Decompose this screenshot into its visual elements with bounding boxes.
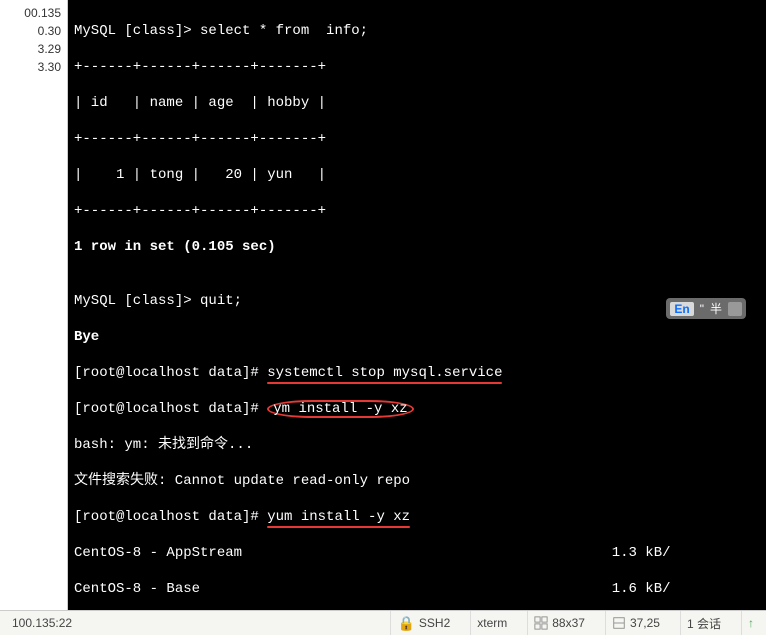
terminal-line: +------+------+------+-------+ [74, 130, 760, 148]
terminal-line: | id | name | age | hobby | [74, 94, 760, 112]
terminal-line: [root@localhost data]# ym install -y xz [74, 400, 760, 418]
ime-punct-icon[interactable]: " [700, 302, 704, 316]
terminal-line: MySQL [class]> select * from info; [74, 22, 760, 40]
tree-item[interactable]: 3.30 [2, 58, 65, 76]
terminal-line: +------+------+------+-------+ [74, 202, 760, 220]
command-annotated: yum install -y xz [267, 508, 410, 526]
status-size: 88x37 [552, 616, 585, 630]
cursor-icon [612, 616, 626, 630]
ime-settings-icon[interactable] [728, 302, 742, 316]
lock-icon: 🔒 [397, 615, 414, 632]
terminal-line: MySQL [class]> quit; [74, 292, 760, 310]
terminal-line: [root@localhost data]# systemctl stop my… [74, 364, 760, 382]
terminal-line: Bye [74, 328, 760, 346]
tree-sidebar: 00.135 0.30 3.29 3.30 [0, 0, 68, 610]
command-annotated-circle: ym install -y xz [267, 400, 413, 418]
ime-lang-icon[interactable]: En [670, 302, 693, 316]
terminal-line: 文件搜索失败: Cannot update read-only repo [74, 472, 760, 490]
prompt: [root@localhost data]# [74, 365, 267, 381]
prompt: [root@localhost data]# [74, 401, 267, 417]
terminal-line: CentOS-8 - Base 1.6 kB/ [74, 580, 760, 598]
tree-item[interactable]: 00.135 [2, 4, 65, 22]
terminal-line: CentOS-8 - AppStream 1.3 kB/ [74, 544, 760, 562]
upload-arrow-icon: ↑ [748, 616, 754, 630]
terminal-pane[interactable]: MySQL [class]> select * from info; +----… [68, 0, 766, 610]
terminal-line: bash: ym: 未找到命令... [74, 436, 760, 454]
ime-floating-bar[interactable]: En " 半 [666, 298, 746, 319]
tree-item[interactable]: 3.29 [2, 40, 65, 58]
status-ssh: SSH2 [419, 616, 450, 630]
status-term: xterm [477, 616, 507, 630]
status-cursor-pos: 37,25 [630, 616, 660, 630]
command-annotated: systemctl stop mysql.service [267, 364, 502, 382]
terminal-line: 1 row in set (0.105 sec) [74, 238, 760, 256]
status-sessions: 1 会话 [687, 615, 721, 632]
terminal-line: | 1 | tong | 20 | yun | [74, 166, 760, 184]
ime-width-icon[interactable]: 半 [710, 300, 722, 317]
status-bar: 100.135:22 🔒 SSH2 xterm 88x37 37,25 1 会话… [0, 610, 766, 635]
grid-icon [534, 616, 548, 630]
prompt: [root@localhost data]# [74, 509, 267, 525]
status-host: 100.135:22 [12, 616, 72, 630]
terminal-line: +------+------+------+-------+ [74, 58, 760, 76]
terminal-line: [root@localhost data]# yum install -y xz [74, 508, 760, 526]
tree-item[interactable]: 0.30 [2, 22, 65, 40]
